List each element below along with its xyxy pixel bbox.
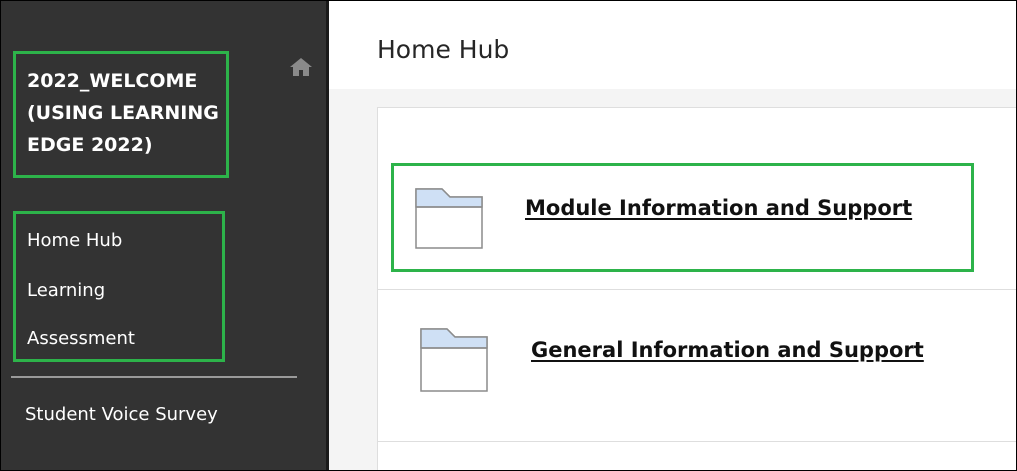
app-window: 2022_WELCOME (USING LEARNING EDGE 2022) … bbox=[0, 0, 1017, 471]
course-title-highlight bbox=[13, 51, 229, 178]
content-header-strip bbox=[329, 89, 1016, 107]
content-gutter bbox=[329, 89, 377, 470]
course-sidebar: 2022_WELCOME (USING LEARNING EDGE 2022) … bbox=[1, 1, 326, 470]
sidebar-item-student-voice-survey[interactable]: Student Voice Survey bbox=[25, 403, 218, 427]
row-separator bbox=[377, 441, 1016, 442]
page-title: Home Hub bbox=[377, 35, 510, 64]
folder-icon bbox=[420, 328, 488, 392]
main-content: Home Hub Module Information and Support … bbox=[329, 1, 1016, 470]
row-separator bbox=[377, 289, 1016, 290]
nav-highlight bbox=[13, 211, 225, 362]
home-icon[interactable] bbox=[287, 56, 315, 78]
general-information-link[interactable]: General Information and Support bbox=[531, 338, 924, 362]
sidebar-divider bbox=[11, 376, 297, 378]
module-item-highlight bbox=[391, 163, 974, 272]
